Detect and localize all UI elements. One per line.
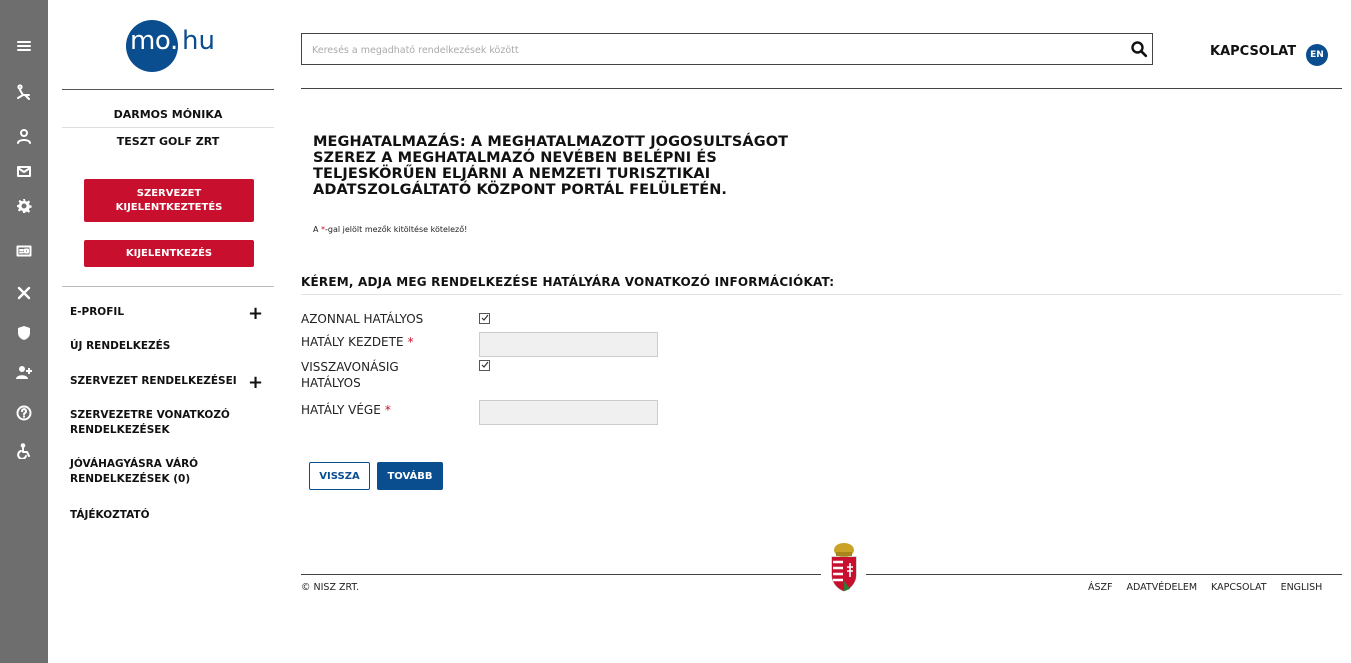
logo-text-hu: hu [182, 26, 215, 56]
shield-icon[interactable] [14, 323, 34, 343]
expand-org-provisions-icon[interactable]: + [248, 374, 263, 392]
next-button[interactable]: TOVÁBB [377, 462, 443, 490]
menu-icon[interactable] [14, 36, 34, 56]
sidebar-item-org-provisions[interactable]: SZERVEZET RENDELKEZÉSEI [70, 374, 240, 389]
id-card-icon[interactable] [14, 241, 34, 261]
effect-end-input[interactable] [479, 400, 658, 425]
accessibility-icon[interactable] [14, 441, 34, 461]
organization-logout-button[interactable]: SZERVEZET KIJELENTKEZTETÉS [84, 179, 254, 222]
sidebar-divider [62, 89, 274, 90]
required-star: * [407, 335, 414, 349]
footer-link-aszf[interactable]: ÁSZF [1088, 582, 1113, 593]
sidebar-item-e-profil[interactable]: E-PROFIL [70, 305, 240, 320]
user-name: DARMOS MÓNIKA [113, 108, 223, 121]
effect-start-label-text: HATÁLY KEZDETE [301, 335, 404, 349]
expand-e-profil-icon[interactable]: + [248, 305, 263, 323]
sidebar-item-org-related-provisions[interactable]: SZERVEZETRE VONATKOZÓ RENDELKEZÉSEK [70, 408, 230, 438]
footer-link-english[interactable]: ENGLISH [1281, 582, 1323, 593]
contact-link[interactable]: KAPCSOLAT [1210, 44, 1296, 59]
organization-name: TESZT GOLF ZRT [116, 135, 220, 148]
mo-hu-logo[interactable]: mo . hu [126, 20, 236, 72]
required-fields-note: A *-gal jelölt mezők kitöltése kötelező! [313, 225, 467, 234]
immediate-effect-checkbox[interactable] [479, 313, 490, 324]
immediate-effect-label: AZONNAL HATÁLYOS [301, 312, 424, 326]
sidebar-item-pending-approval[interactable]: JÓVÁHAGYÁSRA VÁRÓ RENDELKEZÉSEK (0) [70, 457, 210, 487]
footer-links: ÁSZF ADATVÉDELEM KAPCSOLAT ENGLISH [1088, 582, 1322, 593]
sidebar-item-new-provision[interactable]: ÚJ RENDELKEZÉS [70, 339, 270, 354]
user-separator [62, 127, 274, 128]
required-star: * [384, 403, 391, 417]
page-title: MEGHATALMAZÁS: A MEGHATALMAZOTT JOGOSULT… [313, 134, 789, 198]
language-switch-button[interactable]: EN [1306, 44, 1328, 66]
gear-icon[interactable] [14, 196, 34, 216]
copyright-text: © NISZ ZRT. [301, 582, 360, 593]
effect-start-label: HATÁLY KEZDETE * [301, 334, 414, 350]
sun-lounger-icon[interactable] [14, 82, 34, 102]
search-icon[interactable] [1130, 40, 1148, 58]
search-bar [301, 33, 1153, 65]
until-revoked-label: VISSZAVONÁSIG HATÁLYOS [301, 360, 399, 390]
user-plus-icon[interactable] [14, 362, 34, 382]
effect-start-input[interactable] [479, 332, 658, 357]
user-icon[interactable] [14, 126, 34, 146]
section-title: KÉREM, ADJA MEG RENDELKEZÉSE HATÁLYÁRA V… [301, 275, 835, 289]
header-divider [301, 88, 1342, 89]
help-icon[interactable] [14, 403, 34, 423]
coat-of-arms-icon [828, 541, 860, 597]
sidebar-item-information[interactable]: TÁJÉKOZTATÓ [70, 508, 270, 523]
footer-divider-left [301, 574, 821, 575]
logo-text-mo: mo [130, 26, 171, 56]
section-divider [301, 294, 1342, 295]
search-input[interactable] [312, 41, 1092, 59]
sidebar-divider-2 [62, 286, 274, 287]
icon-rail [0, 0, 48, 663]
footer-link-contact[interactable]: KAPCSOLAT [1211, 582, 1267, 593]
effect-end-label-text: HATÁLY VÉGE [301, 403, 381, 417]
note-suffix: -gal jelölt mezők kitöltése kötelező! [325, 225, 468, 234]
mail-icon[interactable] [14, 161, 34, 181]
logout-button[interactable]: KIJELENTKEZÉS [84, 240, 254, 267]
logo-text-dot: . [170, 26, 179, 56]
footer-link-privacy[interactable]: ADATVÉDELEM [1127, 582, 1198, 593]
note-prefix: A [313, 225, 322, 234]
until-revoked-checkbox[interactable] [479, 360, 490, 371]
back-button[interactable]: VISSZA [309, 462, 370, 490]
tools-icon[interactable] [14, 283, 34, 303]
effect-end-label: HATÁLY VÉGE * [301, 402, 391, 418]
footer-divider-right [866, 574, 1342, 575]
